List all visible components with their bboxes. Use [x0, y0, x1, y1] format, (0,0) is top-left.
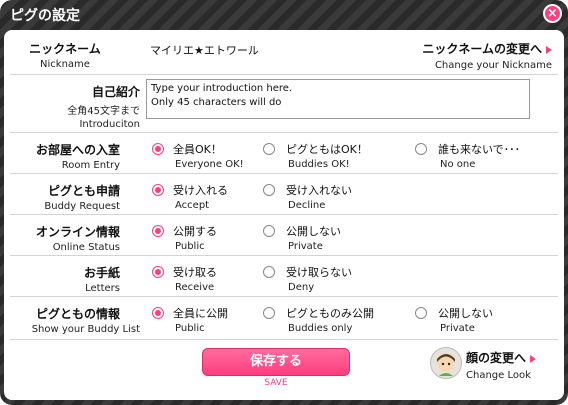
buddy-list-row: ピグともの情報 Show your Buddy List 全員に公開 Publi… [10, 297, 558, 340]
buddylist-option-public-en: Public [175, 323, 205, 334]
radio-buddylist-buddies[interactable] [263, 307, 275, 319]
change-look-label-en[interactable]: Change Look [466, 370, 531, 381]
room-option-buddies[interactable]: ピグともはOK！ [286, 141, 368, 157]
intro-row: 自己紹介 全角45文字まで Introduciton Type your int… [10, 75, 558, 133]
radio-room-buddies[interactable] [263, 143, 275, 155]
buddylist-option-private-en: Private [440, 323, 475, 334]
intro-note: 全角45文字まで [67, 106, 140, 117]
radio-letters-receive[interactable] [152, 266, 164, 278]
buddy-option-decline-en: Decline [288, 200, 326, 211]
window-title: ピグの設定 [10, 8, 80, 24]
letters-label: お手紙 [83, 266, 120, 280]
radio-buddylist-private[interactable] [415, 307, 427, 319]
intro-textarea[interactable]: Type your introduction here. Only 45 cha… [146, 79, 530, 119]
room-entry-row: お部屋への入室 Room Entry 全員OK！ Everyone OK! ピグ… [10, 133, 558, 174]
nickname-label-en: Nickname [40, 59, 90, 70]
change-nickname-link[interactable]: ニックネームの変更へ Change your Nickname [422, 40, 552, 71]
change-look-link[interactable]: 顔の変更へ Change Look [428, 346, 558, 388]
letters-row: お手紙 Letters 受け取る Receive 受け取らない Deny [10, 256, 558, 297]
buddy-list-label-en: Show your Buddy List [31, 324, 140, 335]
save-label-en: SAVE [264, 378, 288, 388]
radio-buddy-accept[interactable] [152, 184, 164, 196]
radio-room-noone[interactable] [415, 143, 427, 155]
room-option-everyone-en: Everyone OK! [175, 159, 244, 170]
buddylist-option-buddies[interactable]: ピグとものみ公開 [286, 305, 374, 321]
online-option-private-en: Private [288, 241, 323, 252]
change-look-label[interactable]: 顔の変更へ [466, 351, 526, 365]
room-entry-label: お部屋への入室 [35, 143, 120, 157]
intro-placeholder-line2: Only 45 characters will do [151, 97, 282, 108]
radio-letters-deny[interactable] [263, 266, 275, 278]
buddy-option-decline[interactable]: 受け入れない [286, 182, 352, 198]
intro-label: 自己紹介 [91, 85, 140, 99]
buddy-list-label: ピグともの情報 [35, 307, 120, 321]
change-nickname-label[interactable]: ニックネームの変更へ [422, 42, 542, 56]
radio-online-public[interactable] [152, 225, 164, 237]
online-status-label-en: Online Status [52, 242, 120, 253]
settings-panel: ニックネーム Nickname マイリエ★エトワール ニックネームの変更へ Ch… [4, 30, 564, 400]
arrow-right-icon [546, 45, 552, 54]
change-nickname-label-en[interactable]: Change your Nickname [422, 60, 552, 71]
nickname-label: ニックネーム [29, 42, 101, 56]
buddylist-option-private[interactable]: 公開しない [438, 305, 493, 321]
room-option-everyone[interactable]: 全員OK！ [173, 141, 222, 157]
intro-label-en: Introduciton [79, 119, 140, 130]
close-icon[interactable]: × [543, 4, 562, 23]
buddylist-option-public[interactable]: 全員に公開 [173, 305, 228, 321]
radio-online-private[interactable] [263, 225, 275, 237]
buddy-request-label: ピグとも申請 [47, 184, 120, 198]
title-bar[interactable]: ピグの設定 × [0, 0, 568, 28]
online-status-label: オンライン情報 [35, 225, 120, 239]
buddy-option-accept-en: Accept [175, 200, 210, 211]
arrow-right-icon [530, 354, 537, 363]
radio-buddylist-public[interactable] [152, 307, 164, 319]
room-option-buddies-en: Buddies OK! [288, 159, 350, 170]
letters-option-receive-en: Receive [175, 282, 215, 293]
room-option-noone-en: No one [440, 159, 476, 170]
letters-label-en: Letters [85, 283, 120, 294]
online-option-public-en: Public [175, 241, 205, 252]
intro-placeholder-line1: Type your introduction here. [151, 83, 293, 94]
online-option-public[interactable]: 公開する [173, 223, 217, 239]
room-option-noone[interactable]: 誰も来ないで･･･ [438, 141, 520, 157]
buddy-request-label-en: Buddy Request [44, 201, 120, 212]
save-label[interactable]: 保存する [250, 354, 302, 369]
room-entry-label-en: Room Entry [61, 160, 120, 171]
letters-option-deny[interactable]: 受け取らない [286, 264, 352, 280]
radio-room-everyone[interactable] [152, 143, 164, 155]
settings-window: ピグの設定 × ニックネーム Nickname マイリエ★エトワール ニックネー… [0, 0, 568, 405]
buddy-option-accept[interactable]: 受け入れる [173, 182, 228, 198]
nickname-value: マイリエ★エトワール [150, 44, 259, 57]
save-button[interactable]: 保存する [202, 348, 350, 376]
letters-option-receive[interactable]: 受け取る [173, 264, 217, 280]
radio-buddy-decline[interactable] [263, 184, 275, 196]
letters-option-deny-en: Deny [288, 282, 315, 293]
buddy-request-row: ピグとも申請 Buddy Request 受け入れる Accept 受け入れない… [10, 174, 558, 215]
buddylist-option-buddies-en: Buddies only [288, 323, 353, 334]
avatar [430, 347, 462, 379]
nickname-row: ニックネーム Nickname マイリエ★エトワール ニックネームの変更へ Ch… [10, 34, 558, 75]
online-status-row: オンライン情報 Online Status 公開する Public 公開しない … [10, 215, 558, 256]
online-option-private[interactable]: 公開しない [286, 223, 341, 239]
